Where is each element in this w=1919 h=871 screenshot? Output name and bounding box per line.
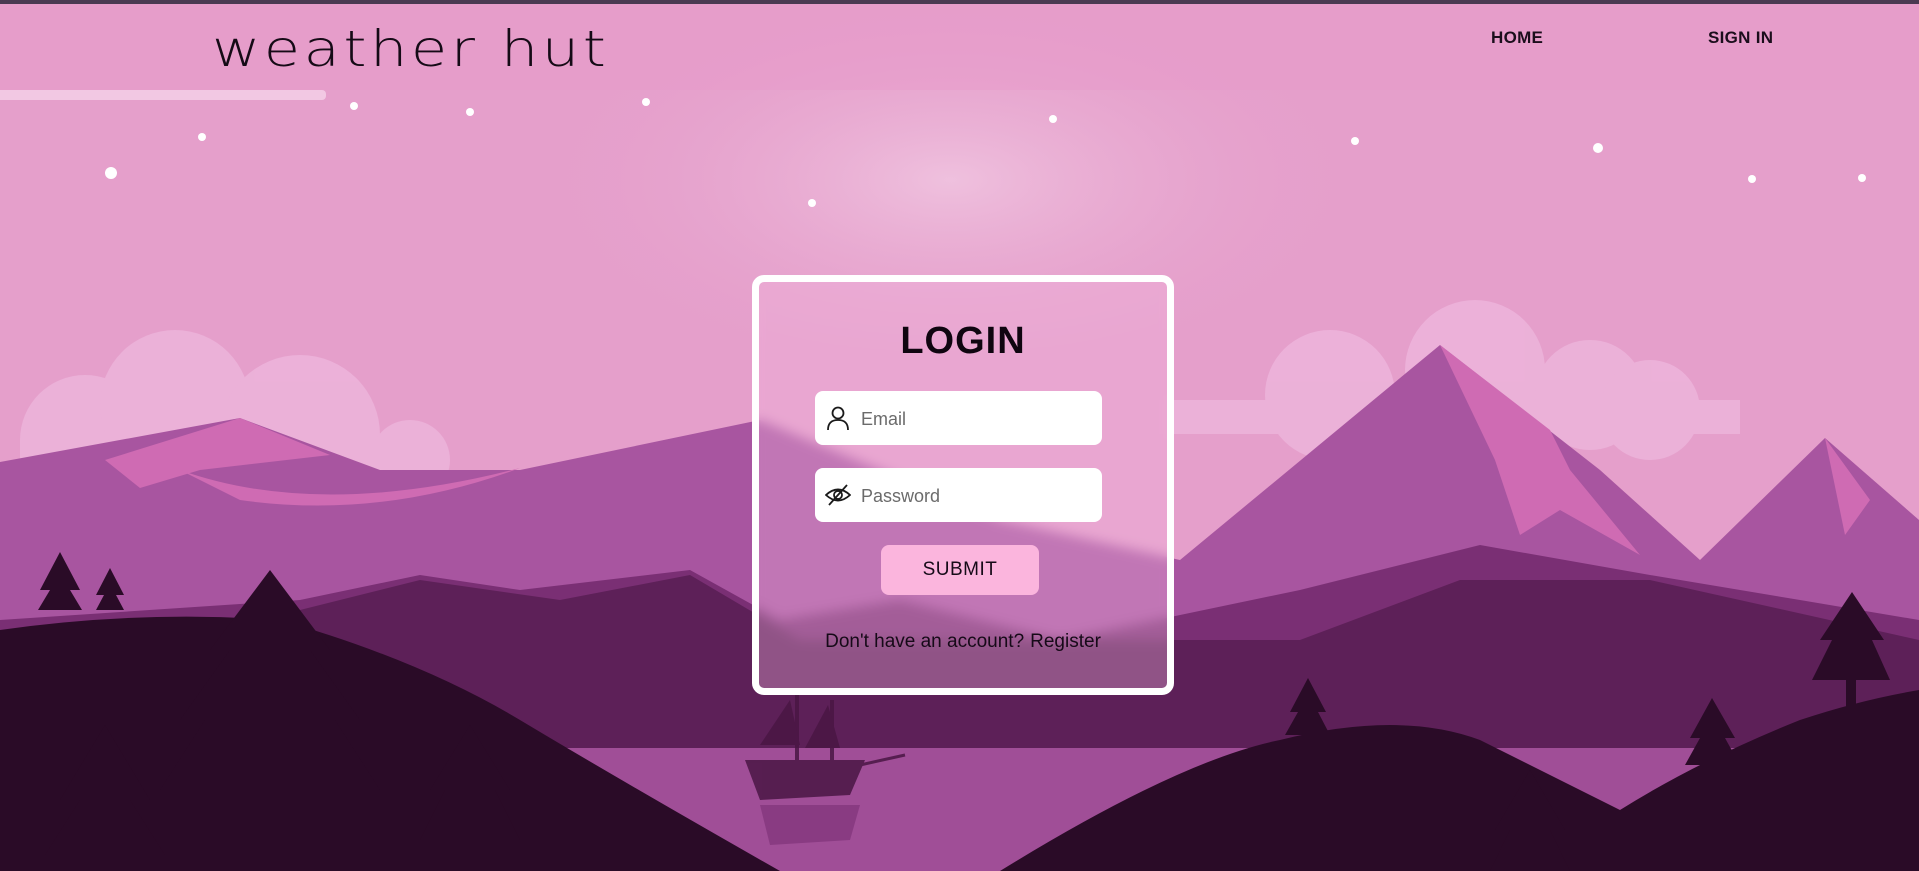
submit-button[interactable]: SUBMIT xyxy=(881,545,1039,595)
site-header: weather hut HOME SIGN IN xyxy=(0,4,1919,90)
login-card: LOGIN SUBMIT Don't have an account?Regis… xyxy=(752,275,1174,695)
email-field[interactable] xyxy=(815,391,1102,447)
header-accent-strip xyxy=(0,90,326,100)
register-link[interactable]: Register xyxy=(1030,631,1101,652)
login-title: LOGIN xyxy=(900,320,1026,362)
eye-slash-icon[interactable] xyxy=(824,482,852,508)
nav-home-link[interactable]: HOME xyxy=(1491,28,1543,48)
nav-sign-in-link[interactable]: SIGN IN xyxy=(1708,28,1773,48)
register-prompt: Don't have an account? Register xyxy=(759,631,1167,653)
site-logo[interactable]: weather hut xyxy=(212,22,609,76)
password-field[interactable] xyxy=(815,468,1102,524)
password-input[interactable] xyxy=(859,468,1093,524)
no-account-text: Don't have an account? xyxy=(825,631,1025,652)
top-border xyxy=(0,0,1919,4)
user-icon xyxy=(825,405,851,431)
email-input[interactable] xyxy=(859,391,1093,447)
